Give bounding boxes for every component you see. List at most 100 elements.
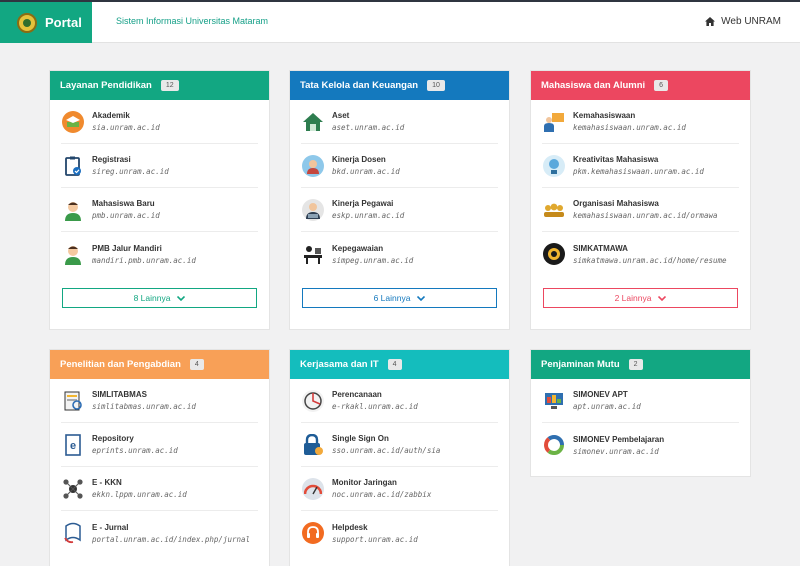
service-name: Mahasiswa Baru xyxy=(92,199,155,208)
service-url: noc.unram.ac.id/zabbix xyxy=(332,490,432,499)
more-button[interactable]: 6 Lainnya xyxy=(302,288,497,308)
service-item-simlitabmas[interactable]: SIMLITABMAS simlitabmas.unram.ac.id xyxy=(61,379,258,423)
group-icon xyxy=(543,199,565,221)
academic-icon xyxy=(62,110,84,133)
service-item-akademik[interactable]: Akademik sia.unram.ac.id xyxy=(61,100,258,144)
service-url: sireg.unram.ac.id xyxy=(92,167,169,176)
card-title: Penelitian dan Pengabdian xyxy=(60,359,181,370)
service-url: kemahasiswaan.unram.ac.id/ormawa xyxy=(573,211,718,220)
service-item-kepegawaian[interactable]: Kepegawaian simpeg.unram.ac.id xyxy=(301,232,498,276)
service-url: sia.unram.ac.id xyxy=(92,123,160,132)
card-count-badge: 6 xyxy=(654,80,669,91)
service-item-helpdesk[interactable]: Helpdesk support.unram.ac.id xyxy=(301,511,498,555)
service-name: Perencanaan xyxy=(332,390,382,399)
service-item-monitor-jaringan[interactable]: Monitor Jaringan noc.unram.ac.id/zabbix xyxy=(301,467,498,511)
card-tata-kelola-keuangan: Tata Kelola dan Keuangan 10 Aset aset.unr… xyxy=(289,70,510,330)
service-url: kemahasiswaan.unram.ac.id xyxy=(573,123,686,132)
service-item-single-sign-on[interactable]: Single Sign On sso.unram.ac.id/auth/sia xyxy=(301,423,498,467)
card-header: Penjaminan Mutu 2 xyxy=(531,350,750,379)
service-item-kinerja-dosen[interactable]: Kinerja Dosen bkd.unram.ac.id xyxy=(301,144,498,188)
card-header: Layanan Pendidikan 12 xyxy=(50,71,269,100)
more-button-label: 8 Lainnya xyxy=(133,293,171,303)
more-button[interactable]: 2 Lainnya xyxy=(543,288,738,308)
service-name: Single Sign On xyxy=(332,434,389,443)
service-item-simkatmawa[interactable]: SIMKATMAWA simkatmawa.unram.ac.id/home/re… xyxy=(542,232,739,276)
service-item-mahasiswa-baru[interactable]: Mahasiswa Baru pmb.unram.ac.id xyxy=(61,188,258,232)
chevron-down-icon xyxy=(417,295,426,301)
card-penelitian-pengabdian: Penelitian dan Pengabdian 4 SIMLITABMAS s… xyxy=(49,349,270,566)
monitor-icon xyxy=(543,390,565,412)
service-url: simlitabmas.unram.ac.id xyxy=(92,402,196,411)
lecturer-icon xyxy=(302,154,324,177)
chevron-down-icon xyxy=(658,295,667,301)
card-title: Kerjasama dan IT xyxy=(300,359,379,370)
service-url: support.unram.ac.id xyxy=(332,534,418,544)
service-url: mandiri.pmb.unram.ac.id xyxy=(92,255,196,265)
service-item-kemahasiswaan[interactable]: Kemahasiswaan kemahasiswaan.unram.ac.id xyxy=(542,100,739,144)
headset-icon xyxy=(302,522,324,544)
journal-icon xyxy=(62,522,84,544)
research-icon xyxy=(62,390,84,412)
network-icon xyxy=(62,478,84,500)
service-name: E - Jurnal xyxy=(92,522,129,532)
top-navbar: Portal Sistem Informasi Universitas Mata… xyxy=(0,0,800,43)
card-count-badge: 12 xyxy=(160,80,179,91)
card-count-badge: 4 xyxy=(189,359,204,370)
card-header: Mahasiswa dan Alumni 6 xyxy=(531,71,750,100)
card-kerjasama-it: Kerjasama dan IT 4 Perencanaan e-rkakl.un… xyxy=(289,349,510,566)
service-item-e-jurnal[interactable]: E - Jurnal portal.unram.ac.id/index.php/j… xyxy=(61,511,258,555)
student-icon xyxy=(62,199,84,221)
service-url: simonev.unram.ac.id xyxy=(573,446,659,456)
student-icon xyxy=(62,243,84,265)
service-item-perencanaan[interactable]: Perencanaan e-rkakl.unram.ac.id xyxy=(301,379,498,423)
desk-icon xyxy=(302,243,324,265)
service-item-simonev-apt[interactable]: SIMONEV APT apt.unram.ac.id xyxy=(542,379,739,423)
service-item-organisasi-mahasiswa[interactable]: Organisasi Mahasiswa kemahasiswaan.unram.… xyxy=(542,188,739,232)
employee-icon xyxy=(302,198,324,221)
card-header: Tata Kelola dan Keuangan 10 xyxy=(290,71,509,100)
service-item-aset[interactable]: Aset aset.unram.ac.id xyxy=(301,100,498,144)
service-url: aset.unram.ac.id xyxy=(332,123,405,132)
service-item-simonev-pembelajaran[interactable]: SIMONEV Pembelajaran simonev.unram.ac.id xyxy=(542,423,739,467)
presentation-icon xyxy=(543,111,565,133)
portal-brand[interactable]: Portal xyxy=(0,2,92,43)
service-item-repository[interactable]: e Repository eprints.unram.ac.id xyxy=(61,423,258,467)
service-name: Repository xyxy=(92,434,134,443)
service-name: Helpdesk xyxy=(332,522,368,532)
service-name: PMB Jalur Mandiri xyxy=(92,243,162,253)
service-name: Registrasi xyxy=(92,155,131,164)
service-name: Kinerja Dosen xyxy=(332,155,386,164)
service-url: ekkn.lppm.unram.ac.id xyxy=(92,490,187,499)
service-name: Monitor Jaringan xyxy=(332,478,397,487)
service-name: Kepegawaian xyxy=(332,243,384,253)
web-unram-link[interactable]: Web UNRAM xyxy=(705,16,781,27)
clipboard-check-icon xyxy=(62,155,84,177)
house-icon xyxy=(302,111,324,133)
card-title: Tata Kelola dan Keuangan xyxy=(300,80,419,91)
service-item-kinerja-pegawai[interactable]: Kinerja Pegawai eskp.unram.ac.id xyxy=(301,188,498,232)
web-unram-label: Web UNRAM xyxy=(721,16,781,27)
card-title: Layanan Pendidikan xyxy=(60,80,152,91)
service-item-e-kkn[interactable]: E - KKN ekkn.lppm.unram.ac.id xyxy=(61,467,258,511)
card-count-badge: 2 xyxy=(628,359,643,370)
medal-icon xyxy=(543,243,565,265)
service-item-kreativitas-mahasiswa[interactable]: Kreativitas Mahasiswa pkm.kemahasiswaan.u… xyxy=(542,144,739,188)
university-logo-icon xyxy=(17,12,37,33)
service-name: SIMKATMAWA xyxy=(573,243,628,253)
service-url: simkatmawa.unram.ac.id/home/resume xyxy=(573,255,727,265)
card-penjaminan-mutu: Penjaminan Mutu 2 SIMONEV APT apt.unram.a… xyxy=(530,349,751,477)
card-mahasiswa-alumni: Mahasiswa dan Alumni 6 Kemahasiswaan kema… xyxy=(530,70,751,330)
service-name: Organisasi Mahasiswa xyxy=(573,199,659,208)
document-icon: e xyxy=(62,433,84,456)
more-button[interactable]: 8 Lainnya xyxy=(62,288,257,308)
service-item-pmb-jalur-mandiri[interactable]: PMB Jalur Mandiri mandiri.pmb.unram.ac.id xyxy=(61,232,258,276)
service-item-registrasi[interactable]: Registrasi sireg.unram.ac.id xyxy=(61,144,258,188)
service-url: eprints.unram.ac.id xyxy=(92,446,178,455)
service-name: Akademik xyxy=(92,111,130,120)
more-button-label: 2 Lainnya xyxy=(614,293,652,303)
card-count-badge: 10 xyxy=(427,80,445,91)
more-button-label: 6 Lainnya xyxy=(373,293,411,303)
home-icon xyxy=(705,17,716,26)
brand-title: Portal xyxy=(45,15,82,30)
card-count-badge: 4 xyxy=(387,359,402,370)
